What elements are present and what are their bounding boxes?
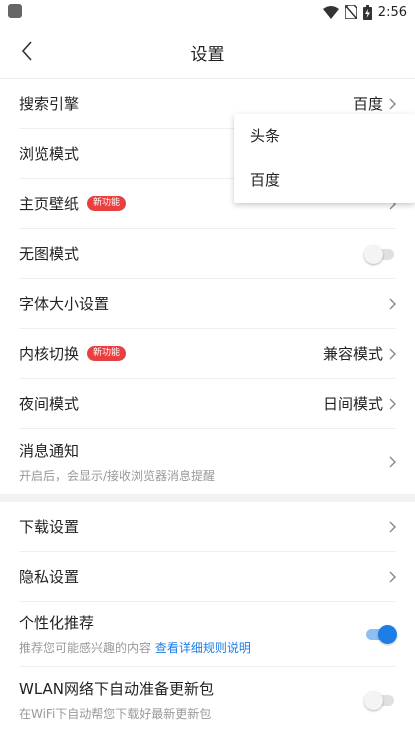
chevron-right-icon bbox=[389, 348, 396, 360]
row-label: 下载设置 bbox=[19, 518, 80, 536]
chevron-right-icon bbox=[389, 98, 396, 110]
setting-kernel-switch[interactable]: 内核切换 新功能 兼容模式 bbox=[19, 329, 396, 379]
row-value: 百度 bbox=[352, 95, 383, 113]
row-subtitle: 推荐您可能感兴趣的内容 查看详细规则说明 bbox=[19, 641, 251, 655]
row-label: 隐私设置 bbox=[19, 568, 80, 586]
setting-font-size[interactable]: 字体大小设置 bbox=[19, 279, 396, 329]
status-bar: 2:56 bbox=[0, 0, 415, 24]
chevron-right-icon bbox=[389, 298, 396, 310]
row-subtitle: 开启后，会显示/接收浏览器消息提醒 bbox=[19, 468, 216, 483]
app-notification-icon bbox=[8, 4, 22, 18]
setting-no-image-mode[interactable]: 无图模式 bbox=[19, 229, 396, 279]
search-engine-dropdown: 头条 百度 bbox=[234, 114, 415, 203]
setting-downloads[interactable]: 下载设置 bbox=[19, 502, 396, 552]
row-value: 日间模式 bbox=[322, 395, 383, 413]
page-title: 设置 bbox=[190, 45, 225, 65]
row-label: 夜间模式 bbox=[19, 395, 80, 413]
row-label: 无图模式 bbox=[19, 245, 80, 263]
row-label: 浏览模式 bbox=[19, 145, 80, 163]
setting-privacy[interactable]: 隐私设置 bbox=[19, 552, 396, 602]
row-value: 兼容模式 bbox=[322, 345, 383, 363]
setting-notifications[interactable]: 消息通知 开启后，会显示/接收浏览器消息提醒 bbox=[19, 429, 396, 494]
rules-detail-link[interactable]: 查看详细规则说明 bbox=[155, 641, 251, 655]
section-divider bbox=[0, 494, 415, 502]
chevron-right-icon bbox=[389, 456, 396, 468]
row-subtitle: 在WiFi下自动帮您下载好最新更新包 bbox=[19, 706, 212, 721]
personalized-recommendations-toggle[interactable] bbox=[364, 624, 397, 644]
chevron-right-icon bbox=[389, 521, 396, 533]
wifi-icon bbox=[322, 5, 339, 19]
row-label: 个性化推荐 bbox=[19, 614, 95, 632]
no-sim-icon bbox=[344, 5, 357, 19]
new-feature-badge: 新功能 bbox=[87, 346, 127, 361]
row-label: WLAN网络下自动准备更新包 bbox=[19, 679, 215, 698]
dropdown-option-baidu[interactable]: 百度 bbox=[234, 158, 415, 202]
chevron-right-icon bbox=[389, 398, 396, 410]
row-label: 内核切换 bbox=[19, 345, 80, 363]
row-label: 主页壁纸 bbox=[19, 195, 80, 213]
row-label: 搜索引擎 bbox=[19, 95, 80, 113]
new-feature-badge: 新功能 bbox=[87, 196, 127, 211]
setting-wlan-auto-update[interactable]: WLAN网络下自动准备更新包 在WiFi下自动帮您下载好最新更新包 bbox=[19, 667, 396, 732]
wlan-auto-update-toggle[interactable] bbox=[364, 690, 396, 710]
app-bar: 设置 bbox=[0, 24, 415, 79]
setting-personalized-recommendations[interactable]: 个性化推荐 推荐您可能感兴趣的内容 查看详细规则说明 bbox=[19, 602, 397, 667]
dropdown-option-toutiao[interactable]: 头条 bbox=[234, 114, 415, 158]
chevron-right-icon bbox=[389, 571, 396, 583]
row-label: 字体大小设置 bbox=[19, 295, 110, 313]
no-image-mode-toggle[interactable] bbox=[364, 244, 396, 264]
status-time: 2:56 bbox=[377, 4, 407, 20]
row-label: 消息通知 bbox=[19, 441, 80, 460]
setting-night-mode[interactable]: 夜间模式 日间模式 bbox=[19, 379, 396, 429]
battery-charging-icon bbox=[362, 4, 372, 20]
status-icons: 2:56 bbox=[322, 3, 407, 21]
